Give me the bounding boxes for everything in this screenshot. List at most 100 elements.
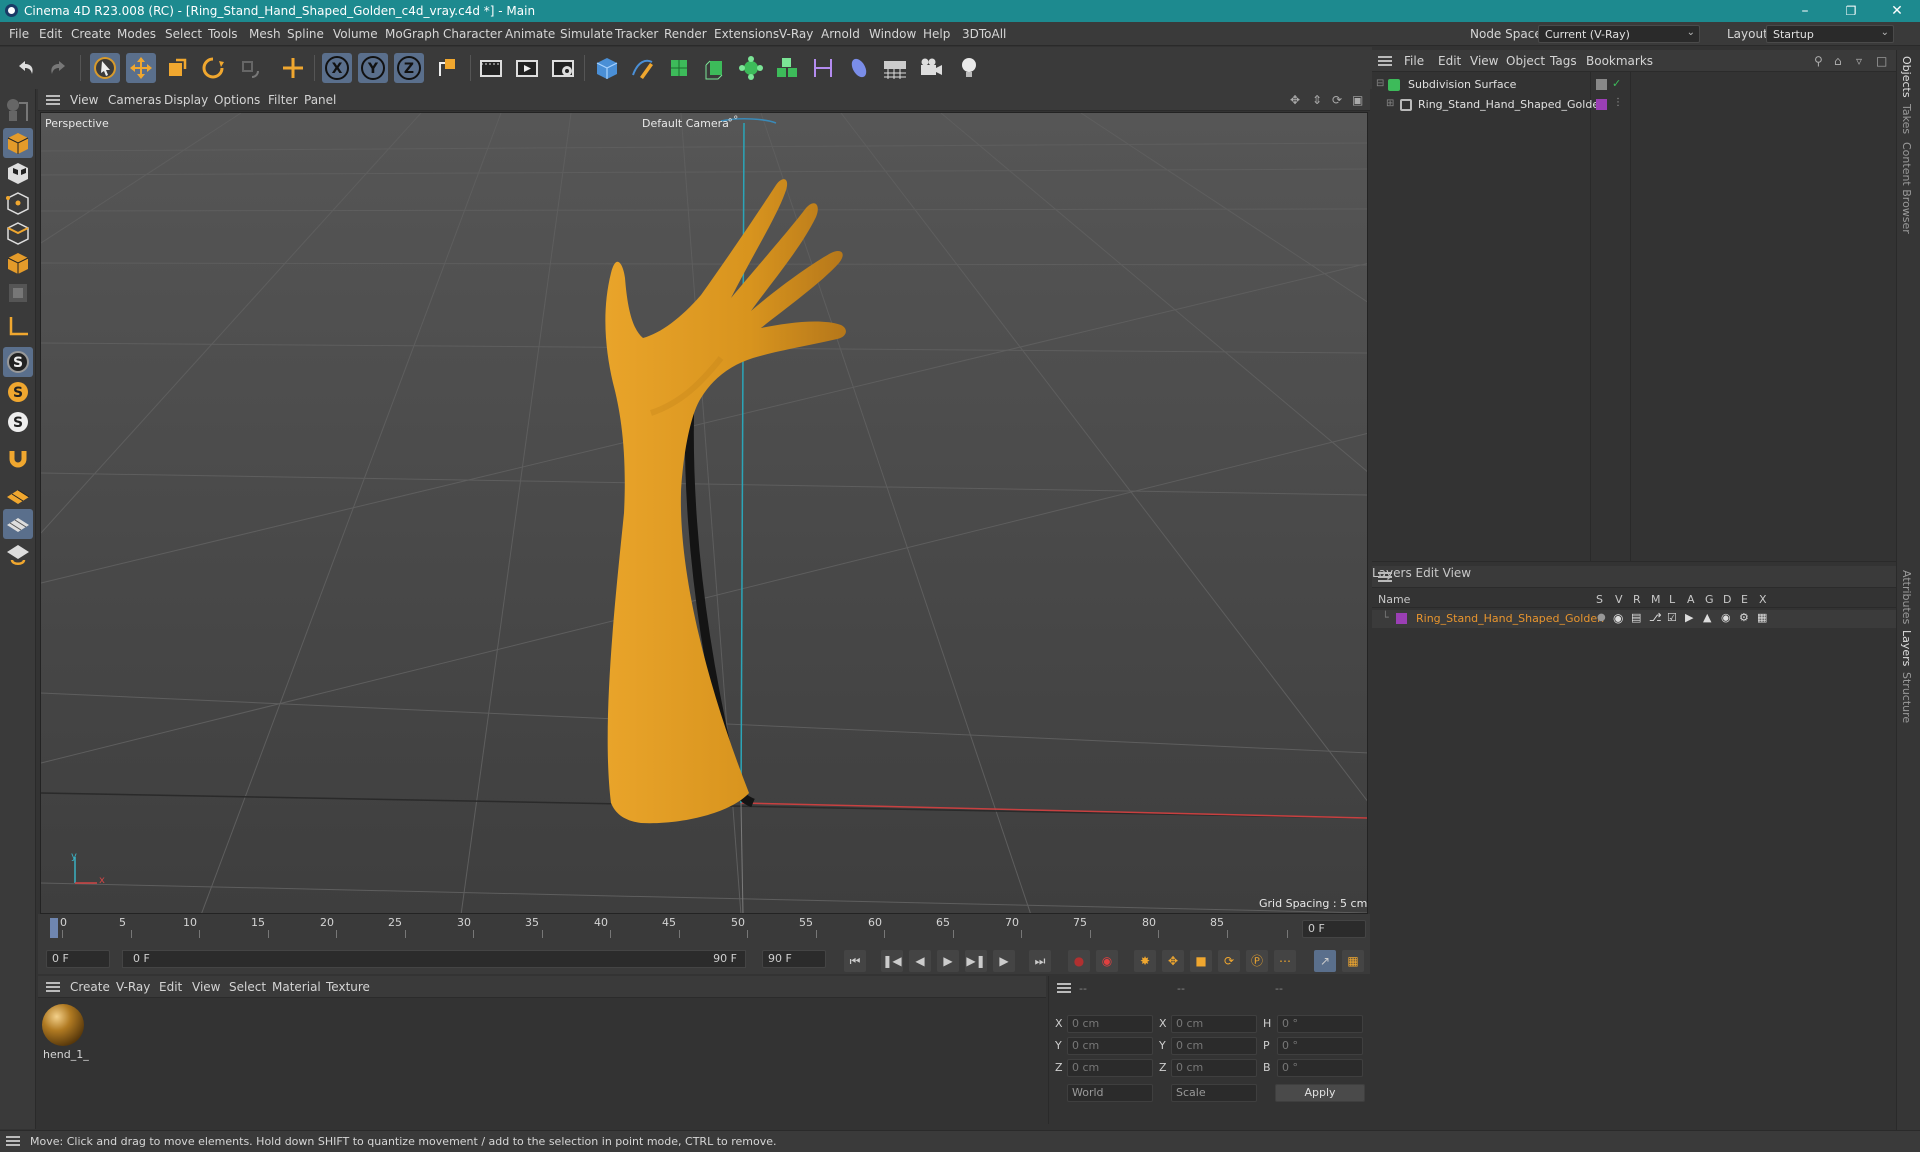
viewport-menu-cameras[interactable]: Cameras — [108, 93, 161, 107]
rotate-icon[interactable] — [198, 53, 228, 83]
menu-tracker[interactable]: Tracker — [615, 27, 658, 41]
menu-mesh[interactable]: Mesh — [249, 27, 281, 41]
array-icon[interactable] — [736, 53, 766, 83]
tab-content-browser[interactable]: Content Browser — [1900, 142, 1913, 234]
filter-icon[interactable]: ▿ — [1856, 54, 1862, 68]
render-view-icon[interactable] — [512, 53, 542, 83]
hamburger-icon[interactable] — [6, 1136, 20, 1146]
model-mode-icon[interactable] — [3, 128, 33, 158]
snap-icon[interactable]: S — [3, 347, 33, 377]
tree-collapse-icon[interactable]: ⊟ — [1376, 78, 1384, 89]
hamburger-icon[interactable] — [46, 982, 60, 992]
viewport-rotate-icon[interactable]: ⟳ — [1332, 93, 1342, 107]
key-parameter-icon[interactable]: Ⓟ — [1246, 950, 1268, 972]
point-mode-icon[interactable] — [3, 188, 33, 218]
go-to-start-icon[interactable]: ⏮ — [844, 950, 866, 972]
field-icon[interactable] — [844, 53, 874, 83]
next-key-icon[interactable]: ▶ — [993, 950, 1015, 972]
redo-icon[interactable] — [44, 53, 74, 83]
position-x-field[interactable]: 0 cm — [1067, 1015, 1153, 1033]
menu-arnold[interactable]: Arnold — [821, 27, 860, 41]
timeline-settings-icon[interactable]: ▦ — [1342, 950, 1364, 972]
keyframe-selection-icon[interactable]: ✸ — [1134, 950, 1156, 972]
object-menu-view[interactable]: View — [1470, 54, 1498, 68]
camera-icon[interactable] — [916, 53, 946, 83]
z-axis-icon[interactable]: Z — [394, 53, 424, 83]
menu-spline[interactable]: Spline — [287, 27, 324, 41]
move-icon[interactable] — [126, 53, 156, 83]
hamburger-icon[interactable] — [1378, 572, 1392, 582]
floor-icon[interactable] — [880, 53, 910, 83]
tree-expand-icon[interactable]: ⊞ — [1386, 98, 1394, 109]
menu-help[interactable]: Help — [923, 27, 950, 41]
scale-icon[interactable] — [162, 53, 192, 83]
restore-button[interactable]: ❐ — [1828, 0, 1874, 22]
render-settings-icon[interactable] — [548, 53, 578, 83]
layer-tag-icon[interactable] — [1596, 79, 1607, 90]
generator-icon[interactable]: ▲ — [1703, 611, 1711, 624]
recent-tools-icon[interactable] — [234, 53, 264, 83]
layout-dropdown[interactable]: Startup ⌄ — [1766, 25, 1894, 43]
go-to-end-icon[interactable]: ⏭ — [1029, 950, 1051, 972]
material-name[interactable]: hend_1_ — [43, 1048, 89, 1061]
menu-vray[interactable]: V-Ray — [779, 27, 813, 41]
menu-modes[interactable]: Modes — [117, 27, 156, 41]
position-y-field[interactable]: 0 cm — [1067, 1037, 1153, 1055]
menu-3dtoall[interactable]: 3DToAll — [962, 27, 1006, 41]
layer-name[interactable]: Ring_Stand_Hand_Shaped_Golden — [1416, 612, 1604, 625]
locked-workplane-icon[interactable] — [3, 539, 33, 569]
size-z-field[interactable]: 0 cm — [1171, 1059, 1257, 1077]
key-pla-icon[interactable]: ⋯ — [1274, 950, 1296, 972]
home-icon[interactable]: ⌂ — [1834, 54, 1842, 68]
object-row[interactable]: ⊞ Ring_Stand_Hand_Shaped_Golden ⋮ — [1372, 97, 1896, 114]
x-axis-icon[interactable]: X — [322, 53, 352, 83]
current-frame-field[interactable]: 0 F — [1302, 920, 1366, 938]
coordinate-system-icon[interactable] — [432, 53, 462, 83]
key-scale-icon[interactable]: ■ — [1190, 950, 1212, 972]
axis-mode-icon[interactable] — [3, 311, 33, 341]
previous-key-icon[interactable]: ❚◀ — [881, 950, 903, 972]
material-menu-edit[interactable]: Edit — [159, 980, 182, 994]
key-position-icon[interactable]: ✥ — [1162, 950, 1184, 972]
layer-menu-edit[interactable]: Edit — [1416, 566, 1439, 580]
tab-attributes[interactable]: Attributes — [1900, 570, 1913, 624]
menu-animate[interactable]: Animate — [505, 27, 555, 41]
hamburger-icon[interactable] — [46, 95, 60, 105]
menu-character[interactable]: Character — [443, 27, 502, 41]
expression-icon[interactable]: ⚙ — [1739, 611, 1749, 624]
key-rotation-icon[interactable]: ⟳ — [1218, 950, 1240, 972]
edge-mode-icon[interactable] — [3, 218, 33, 248]
render-icon[interactable]: ▤ — [1631, 611, 1641, 624]
frame-range-slider[interactable]: 0 F 90 F — [122, 950, 746, 968]
start-frame-field[interactable]: 0 F — [46, 950, 110, 968]
manager-icon[interactable]: ⎇ — [1649, 611, 1662, 624]
layer-row[interactable]: └ Ring_Stand_Hand_Shaped_Golden ● ◉ ▤ ⎇ … — [1372, 610, 1896, 628]
layer-color-swatch[interactable] — [1596, 99, 1607, 110]
eye-icon[interactable]: ◉ — [1613, 611, 1623, 625]
material-menu-create[interactable]: Create — [70, 980, 110, 994]
viewport-menu-filter[interactable]: Filter — [268, 93, 298, 107]
viewport-move-icon[interactable]: ✥ — [1290, 93, 1300, 107]
viewport-perspective[interactable]: Perspective Default Camera ∘° Grid Spaci… — [40, 112, 1368, 914]
material-menu-vray[interactable]: V-Ray — [116, 980, 150, 994]
menu-select[interactable]: Select — [165, 27, 202, 41]
material-menu-texture[interactable]: Texture — [326, 980, 370, 994]
end-frame-field[interactable]: 90 F — [762, 950, 826, 968]
solo-dot-icon[interactable]: ● — [1597, 612, 1606, 623]
quantize-icon[interactable]: S — [3, 407, 33, 437]
tab-layers[interactable]: Layers — [1900, 630, 1913, 666]
lock-icon[interactable]: ☑ — [1667, 611, 1677, 624]
play-icon[interactable]: ▶ — [937, 950, 959, 972]
rotation-p-field[interactable]: 0 ° — [1277, 1037, 1363, 1055]
magnet-icon[interactable] — [3, 443, 33, 473]
light-icon[interactable] — [954, 53, 984, 83]
timeline-playhead[interactable] — [50, 918, 58, 938]
menu-file[interactable]: File — [9, 27, 29, 41]
animation-icon[interactable]: ▶ — [1685, 611, 1693, 624]
coordinate-mode-dropdown[interactable]: World — [1067, 1084, 1153, 1102]
search-icon[interactable]: ⚲ — [1814, 54, 1823, 68]
close-button[interactable]: ✕ — [1874, 0, 1920, 22]
material-menu-material[interactable]: Material — [272, 980, 321, 994]
subdivision-icon[interactable] — [664, 53, 694, 83]
viewport-menu-panel[interactable]: Panel — [304, 93, 336, 107]
